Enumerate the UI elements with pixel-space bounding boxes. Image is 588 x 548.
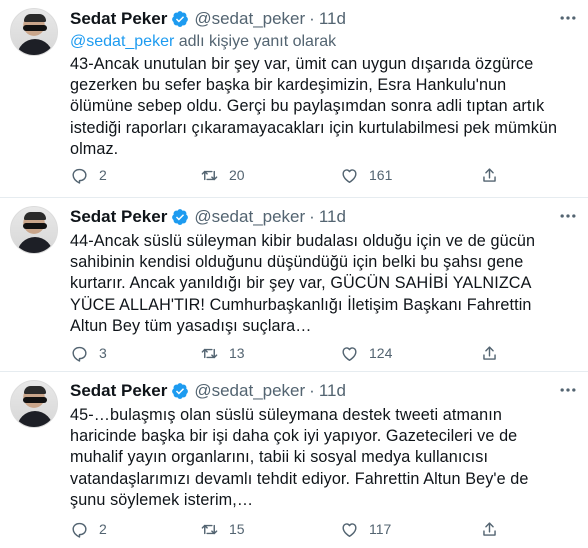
reply-icon xyxy=(72,346,87,362)
retweet-button[interactable]: 13 xyxy=(200,344,340,363)
like-button[interactable]: 161 xyxy=(340,166,480,185)
like-icon xyxy=(342,346,357,361)
share-icon xyxy=(483,521,496,536)
timestamp[interactable]: 11d xyxy=(319,381,346,401)
reply-count: 2 xyxy=(99,167,107,183)
author-handle[interactable]: @sedat_peker xyxy=(194,9,305,29)
like-icon xyxy=(342,168,357,183)
retweet-icon xyxy=(201,170,218,180)
tweet-actions: 3 13 124 xyxy=(70,342,500,364)
share-button[interactable] xyxy=(480,166,499,185)
more-icon[interactable] xyxy=(558,206,578,226)
tweet-3[interactable]: Sedat Peker @sedat_peker · 11d 45-…bulaş… xyxy=(0,372,588,548)
tweet-actions: 2 15 117 xyxy=(70,518,500,540)
avatar[interactable] xyxy=(10,380,58,428)
separator-dot: · xyxy=(309,381,315,400)
share-icon xyxy=(483,167,496,182)
like-count: 117 xyxy=(369,521,392,537)
author-handle[interactable]: @sedat_peker xyxy=(194,381,305,401)
tweet-header: Sedat Peker @sedat_peker · 11d xyxy=(70,8,346,30)
retweet-button[interactable]: 15 xyxy=(200,520,340,539)
reply-count: 2 xyxy=(99,521,107,537)
retweet-count: 13 xyxy=(229,345,245,361)
timestamp[interactable]: 11d xyxy=(319,9,346,29)
like-icon xyxy=(342,522,357,537)
avatar[interactable] xyxy=(10,8,58,56)
tweet-text: 44-Ancak süslü süleyman kibir budalası o… xyxy=(70,232,536,335)
separator-dot: · xyxy=(309,207,315,226)
timestamp[interactable]: 11d xyxy=(319,207,346,227)
reply-button[interactable]: 2 xyxy=(70,520,200,539)
reply-button[interactable]: 2 xyxy=(70,166,200,185)
tweet-1[interactable]: Sedat Peker @sedat_peker · 11d @sedat_pe… xyxy=(0,0,588,197)
tweet-text: 45-…bulaşmış olan süslü süleymana destek… xyxy=(70,406,529,509)
retweet-count: 15 xyxy=(229,521,245,537)
tweet-2[interactable]: Sedat Peker @sedat_peker · 11d 44-Ancak … xyxy=(0,198,588,371)
share-button[interactable] xyxy=(480,520,499,539)
tweet-header: Sedat Peker @sedat_peker · 11d xyxy=(70,380,346,402)
tweet-actions: 2 20 161 xyxy=(70,164,500,186)
replying-mention-link[interactable]: @sedat_peker xyxy=(70,33,174,50)
like-count: 161 xyxy=(369,167,393,183)
verified-badge-icon xyxy=(171,10,189,28)
author-handle[interactable]: @sedat_peker xyxy=(194,207,305,227)
replying-to: @sedat_peker adlı kişiye yanıt olarak xyxy=(70,33,336,51)
replying-suffix: adlı kişiye yanıt olarak xyxy=(174,33,337,50)
author-name[interactable]: Sedat Peker xyxy=(70,207,167,227)
separator-dot: · xyxy=(309,9,315,28)
more-icon[interactable] xyxy=(558,8,578,28)
share-icon xyxy=(483,345,496,360)
like-count: 124 xyxy=(369,345,393,361)
more-icon[interactable] xyxy=(558,380,578,400)
author-name[interactable]: Sedat Peker xyxy=(70,9,167,29)
retweet-button[interactable]: 20 xyxy=(200,166,340,185)
reply-count: 3 xyxy=(99,345,107,361)
tweet-text: 43-Ancak unutulan bir şey var, ümit can … xyxy=(70,55,558,158)
retweet-icon xyxy=(201,524,218,534)
verified-badge-icon xyxy=(171,208,189,226)
reply-icon xyxy=(72,168,87,184)
retweet-count: 20 xyxy=(229,167,245,183)
like-button[interactable]: 124 xyxy=(340,344,480,363)
verified-badge-icon xyxy=(171,382,189,400)
retweet-icon xyxy=(201,348,218,358)
share-button[interactable] xyxy=(480,344,499,363)
like-button[interactable]: 117 xyxy=(340,520,480,539)
avatar[interactable] xyxy=(10,206,58,254)
tweet-header: Sedat Peker @sedat_peker · 11d xyxy=(70,206,346,228)
author-name[interactable]: Sedat Peker xyxy=(70,381,167,401)
reply-icon xyxy=(72,522,87,538)
reply-button[interactable]: 3 xyxy=(70,344,200,363)
